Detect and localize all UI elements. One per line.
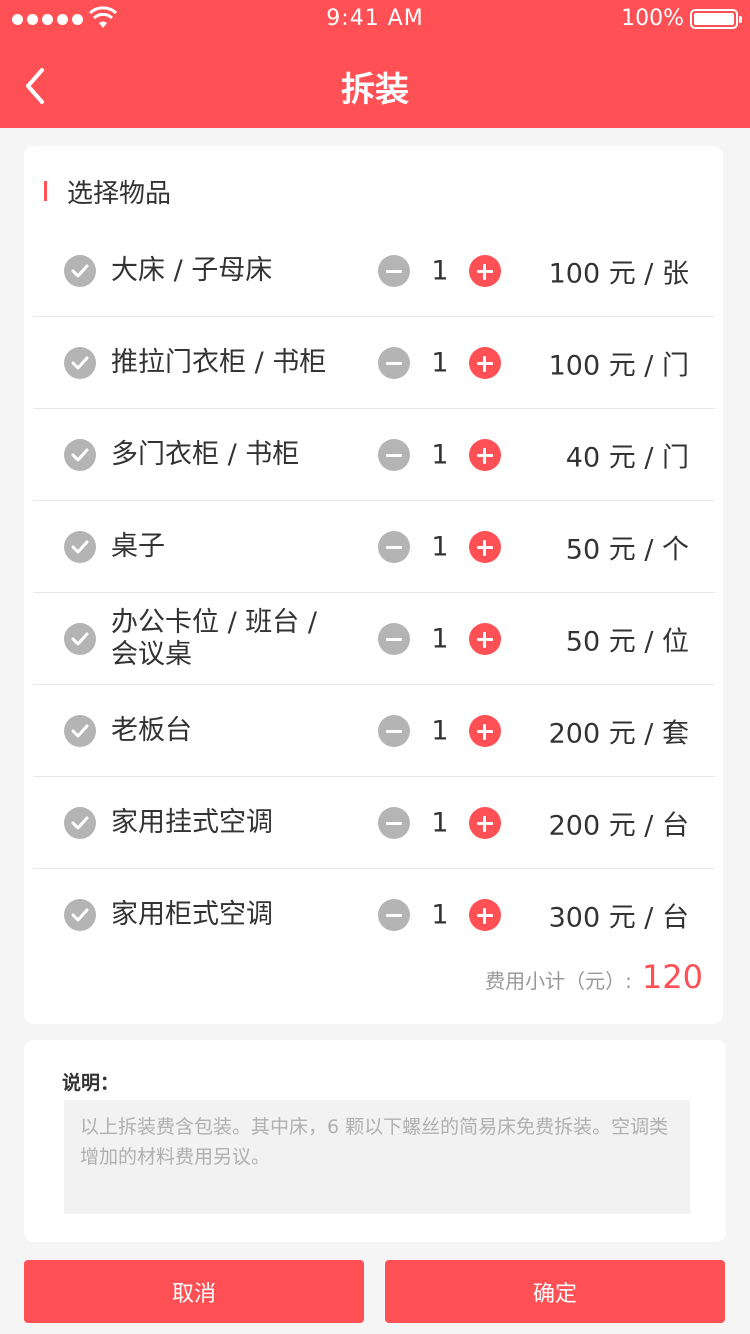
section-title: 选择物品 bbox=[67, 178, 172, 209]
item-price: 200 元 / 台 bbox=[548, 810, 689, 841]
note-card: 说明： 以上拆装费含包装。其中床，6 颗以下螺丝的简易床免费拆装。空调类增加的材… bbox=[24, 1040, 726, 1242]
item-quantity: 1 bbox=[431, 807, 449, 838]
plus-icon[interactable] bbox=[469, 346, 501, 379]
item-name: 大床 / 子母床 bbox=[111, 254, 273, 286]
minus-icon[interactable] bbox=[378, 346, 410, 379]
check-icon[interactable] bbox=[64, 438, 96, 471]
minus-icon[interactable] bbox=[378, 254, 410, 287]
plus-icon[interactable] bbox=[469, 806, 501, 839]
subtotal: 费用小计（元）: 120 bbox=[485, 958, 703, 996]
page-title: 拆装 bbox=[341, 70, 409, 110]
minus-icon[interactable] bbox=[378, 438, 410, 471]
check-icon[interactable] bbox=[64, 899, 96, 931]
item-quantity: 1 bbox=[431, 623, 449, 654]
plus-icon[interactable] bbox=[469, 254, 501, 287]
item-quantity: 1 bbox=[431, 531, 449, 562]
subtotal-label: 费用小计（元）: bbox=[485, 969, 632, 993]
item-row: 办公卡位 / 班台 / 会议桌 1 50 元 / 位 bbox=[33, 593, 715, 685]
item-price: 50 元 / 位 bbox=[565, 626, 689, 657]
subtotal-value: 120 bbox=[641, 958, 703, 996]
minus-icon[interactable] bbox=[378, 622, 410, 655]
section-accent-bar bbox=[44, 181, 47, 201]
check-icon[interactable] bbox=[64, 254, 96, 287]
minus-icon[interactable] bbox=[378, 530, 410, 563]
item-quantity: 1 bbox=[431, 715, 449, 746]
plus-icon[interactable] bbox=[469, 899, 501, 931]
item-name: 家用柜式空调 bbox=[111, 899, 273, 930]
item-price: 200 元 / 套 bbox=[548, 718, 689, 749]
item-row: 推拉门衣柜 / 书柜 1 100 元 / 门 bbox=[33, 317, 715, 409]
items-card: 选择物品 大床 / 子母床 1 100 元 / 张推拉门衣柜 / 书柜 1 100 元 … bbox=[24, 146, 723, 1024]
status-bar: 9:41 AM 100% bbox=[0, 0, 750, 40]
item-name: 推拉门衣柜 / 书柜 bbox=[111, 346, 327, 378]
item-name: 桌子 bbox=[111, 530, 165, 562]
note-label: 说明： bbox=[62, 1072, 120, 1094]
minus-icon[interactable] bbox=[378, 899, 410, 931]
item-price: 300 元 / 台 bbox=[548, 902, 689, 934]
plus-icon[interactable] bbox=[469, 714, 501, 747]
item-row: 多门衣柜 / 书柜 1 40 元 / 门 bbox=[33, 409, 715, 501]
plus-icon[interactable] bbox=[469, 530, 501, 563]
check-icon[interactable] bbox=[64, 530, 96, 563]
nav-header: 9:41 AM 100% 拆装 bbox=[0, 0, 750, 128]
item-price: 100 元 / 门 bbox=[548, 350, 689, 381]
cancel-button[interactable]: 取消 bbox=[24, 1260, 364, 1323]
battery-percent: 100% bbox=[621, 6, 684, 31]
note-text: 以上拆装费含包装。其中床，6 颗以下螺丝的简易床免费拆装。空调类增加的材料费用另… bbox=[64, 1100, 690, 1214]
minus-icon[interactable] bbox=[378, 714, 410, 747]
item-price: 40 元 / 门 bbox=[565, 442, 689, 473]
battery-icon bbox=[690, 9, 742, 29]
item-row: 家用挂式空调 1 200 元 / 台 bbox=[33, 777, 715, 869]
item-row: 老板台 1 200 元 / 套 bbox=[33, 685, 715, 777]
item-name: 老板台 bbox=[111, 714, 192, 746]
item-row: 家用柜式空调 1 300 元 / 台 bbox=[33, 869, 715, 961]
check-icon[interactable] bbox=[64, 622, 96, 655]
item-row: 桌子 1 50 元 / 个 bbox=[33, 501, 715, 593]
item-name: 家用挂式空调 bbox=[111, 806, 273, 838]
check-icon[interactable] bbox=[64, 806, 96, 839]
check-icon[interactable] bbox=[64, 346, 96, 379]
item-name: 办公卡位 / 班台 / 会议桌 bbox=[111, 606, 317, 670]
item-name: 多门衣柜 / 书柜 bbox=[111, 438, 300, 470]
section-header: 选择物品 bbox=[44, 176, 171, 209]
plus-icon[interactable] bbox=[469, 438, 501, 471]
item-quantity: 1 bbox=[431, 255, 449, 286]
item-row: 大床 / 子母床 1 100 元 / 张 bbox=[33, 225, 715, 317]
plus-icon[interactable] bbox=[469, 622, 501, 655]
confirm-button[interactable]: 确定 bbox=[385, 1260, 725, 1323]
item-price: 50 元 / 个 bbox=[565, 534, 689, 565]
minus-icon[interactable] bbox=[378, 806, 410, 839]
item-quantity: 1 bbox=[431, 899, 449, 931]
check-icon[interactable] bbox=[64, 714, 96, 747]
item-quantity: 1 bbox=[431, 347, 449, 378]
item-quantity: 1 bbox=[431, 439, 449, 470]
item-price: 100 元 / 张 bbox=[548, 258, 689, 289]
